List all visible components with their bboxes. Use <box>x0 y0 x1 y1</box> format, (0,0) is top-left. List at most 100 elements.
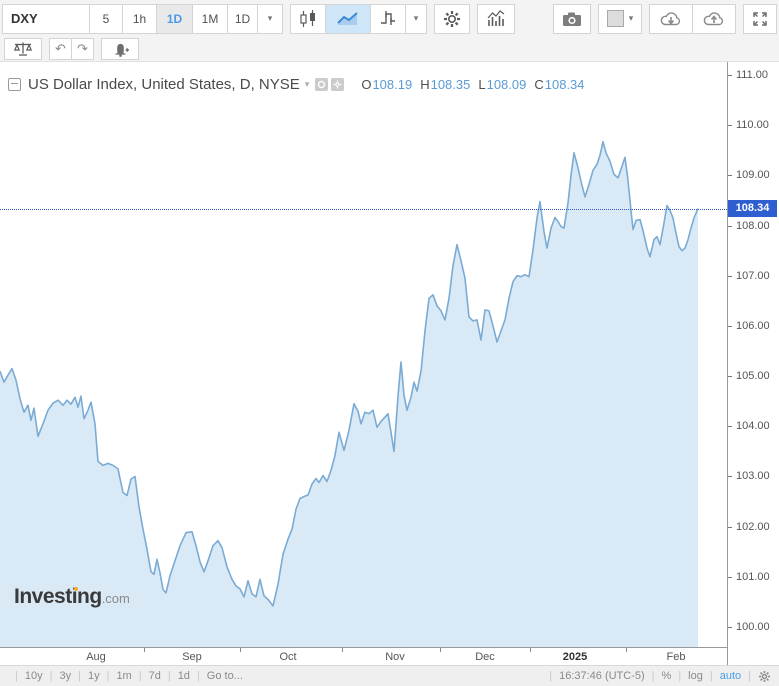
legend-eye-icon[interactable] <box>315 78 329 91</box>
interval-1d2-button[interactable]: 1D <box>227 3 258 34</box>
price-axis-label: 105.00 <box>736 370 770 383</box>
logo-text: Investing <box>14 585 102 608</box>
bottom-settings-button[interactable] <box>758 670 771 683</box>
background-swatch <box>606 10 624 27</box>
log-scale-button[interactable]: log <box>688 670 703 682</box>
range-7d-button[interactable]: 7d <box>149 670 161 682</box>
interval-1m-button[interactable]: 1M <box>192 3 228 34</box>
main-toolbar: DXY 5 1h 1D 1M 1D ▾ ▾ ▾ <box>0 0 779 37</box>
redo-button[interactable]: ↷ <box>71 38 94 60</box>
chevron-down-icon[interactable]: ▾ <box>305 79 310 90</box>
chart-pane[interactable]: US Dollar Index, United States, D, NYSE … <box>0 62 727 647</box>
low-value: 108.09 <box>486 77 527 92</box>
redo-icon: ↷ <box>77 41 88 56</box>
interval-1h-button[interactable]: 1h <box>122 3 157 34</box>
fullscreen-button[interactable] <box>743 3 777 34</box>
price-axis-label: 108.00 <box>736 219 770 232</box>
price-tick <box>728 426 732 428</box>
time-tick <box>144 648 145 652</box>
ohlc-readout: O 108.19 H 108.35 L 108.09 C 108.34 <box>357 77 584 92</box>
add-alert-button[interactable] <box>101 38 139 60</box>
goto-button[interactable]: Go to... <box>207 670 243 682</box>
price-axis-label: 111.00 <box>736 69 769 81</box>
logo-orange-dot <box>74 587 78 591</box>
price-axis-label: 104.00 <box>736 420 770 433</box>
theme-background-button[interactable]: ▾ <box>598 3 642 34</box>
time-axis[interactable]: Aug Sep Oct Nov Dec 2025 Feb <box>0 647 727 666</box>
secondary-toolbar: ↶ ↷ <box>0 37 779 62</box>
time-tick <box>440 648 441 652</box>
logo-tld: .com <box>101 591 130 606</box>
price-axis-label: 100.00 <box>736 620 770 633</box>
time-axis-label: Sep <box>182 651 202 663</box>
compare-button[interactable] <box>4 38 42 60</box>
clock-readout: 16:37:46 (UTC-5) <box>559 670 645 682</box>
price-tick <box>728 576 732 578</box>
price-tick <box>728 225 732 227</box>
chevron-down-icon: ▾ <box>267 13 273 23</box>
range-1d-button[interactable]: 1d <box>178 670 190 682</box>
gear-icon <box>758 670 771 682</box>
cloud-upload-icon <box>703 12 724 26</box>
low-label: L <box>478 77 486 92</box>
symbol-title[interactable]: US Dollar Index, United States, D, NYSE <box>28 76 300 93</box>
time-axis-label: Nov <box>385 651 405 663</box>
candlestick-chart-button[interactable] <box>290 3 326 34</box>
step-line-icon <box>381 10 395 25</box>
chart-widget: DXY 5 1h 1D 1M 1D ▾ ▾ ▾ ↶ ↷ US Dollar In… <box>0 0 779 686</box>
gear-icon <box>444 10 460 27</box>
percent-scale-button[interactable]: % <box>662 670 672 682</box>
collapse-pane-icon[interactable] <box>8 78 21 91</box>
time-tick <box>530 648 531 652</box>
time-axis-label: Feb <box>666 651 686 663</box>
candlestick-icon <box>300 9 315 27</box>
time-tick <box>240 648 241 652</box>
chart-style-button[interactable] <box>370 3 406 34</box>
range-3y-button[interactable]: 3y <box>59 670 71 682</box>
price-tick <box>728 75 732 76</box>
range-1y-button[interactable]: 1y <box>88 670 100 682</box>
snapshot-button[interactable] <box>553 3 591 34</box>
compare-scales-icon <box>13 42 33 56</box>
interval-5-button[interactable]: 5 <box>89 3 123 34</box>
indicators-button[interactable] <box>477 3 515 34</box>
time-axis-label: 2025 <box>562 651 588 663</box>
time-axis-label: Aug <box>86 651 106 663</box>
load-chart-button[interactable] <box>649 3 693 34</box>
symbol-input[interactable]: DXY <box>2 3 90 34</box>
price-tick <box>728 325 732 327</box>
chevron-down-icon: ▾ <box>628 13 634 23</box>
line-chart-icon <box>337 11 358 25</box>
price-tick <box>728 626 732 628</box>
chevron-down-icon: ▾ <box>413 13 419 23</box>
line-chart-button[interactable] <box>325 3 371 34</box>
auto-scale-button[interactable]: auto <box>720 670 741 682</box>
price-area-series <box>0 140 699 647</box>
legend-settings-icon[interactable] <box>331 78 345 91</box>
price-tick <box>728 476 732 478</box>
settings-button[interactable] <box>434 3 470 34</box>
interval-1d-button[interactable]: 1D <box>156 3 193 34</box>
undo-button[interactable]: ↶ <box>49 38 72 60</box>
price-axis[interactable]: 111.00 110.00 109.00 108.00 107.00 106.00 105.… <box>727 62 779 665</box>
price-axis-label: 102.00 <box>736 520 770 533</box>
price-tick <box>728 376 732 378</box>
price-tick <box>728 275 732 277</box>
time-tick <box>341 648 343 652</box>
interval-dropdown-button[interactable]: ▾ <box>257 3 283 34</box>
bottom-toolbar: | 10y | 3y | 1y | 1m | 7d | 1d | Go to... | 16:37:4… <box>0 665 779 686</box>
chart-style-dropdown-button[interactable]: ▾ <box>405 3 427 34</box>
open-value: 108.19 <box>372 77 413 92</box>
save-chart-button[interactable] <box>692 3 736 34</box>
investing-logo: Investing.com <box>14 585 130 609</box>
range-10y-button[interactable]: 10y <box>25 670 43 682</box>
price-tick <box>728 526 732 528</box>
price-axis-label: 109.00 <box>736 169 770 182</box>
range-1m-button[interactable]: 1m <box>116 670 131 682</box>
time-axis-label: Dec <box>475 651 495 663</box>
price-axis-label: 110.00 <box>736 119 769 132</box>
bell-plus-icon <box>115 43 129 57</box>
price-axis-label: 107.00 <box>736 269 770 282</box>
close-value: 108.34 <box>544 77 585 92</box>
current-price-tag: 108.34 <box>728 199 777 217</box>
